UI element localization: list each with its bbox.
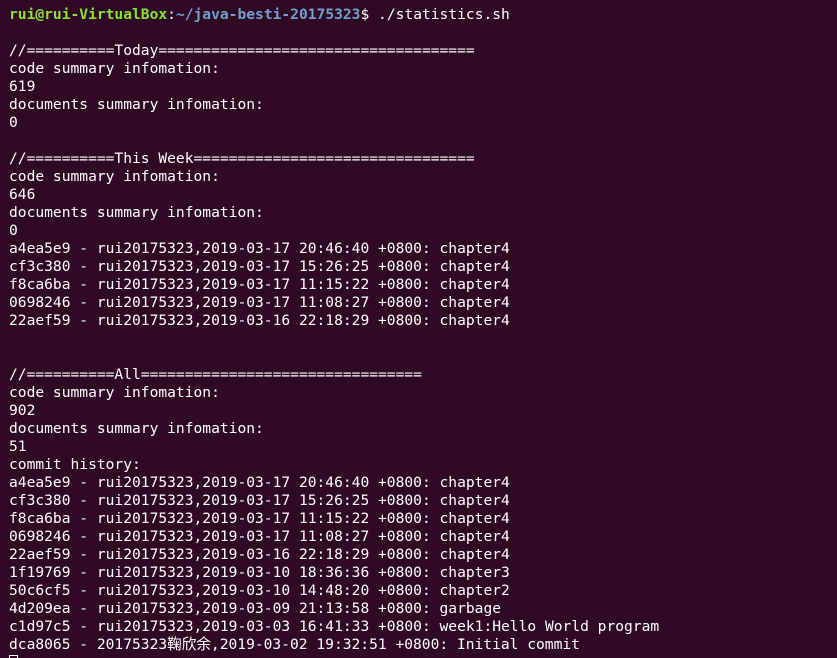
output-line: 0 [9, 114, 18, 131]
output-line: documents summary infomation: [9, 204, 264, 221]
output-line: 0698246 - rui20175323,2019-03-17 11:08:2… [9, 528, 510, 545]
output-line: //==========All=========================… [9, 366, 422, 383]
output-line: a4ea5e9 - rui20175323,2019-03-17 20:46:4… [9, 474, 510, 491]
output-line: //==========Today=======================… [9, 42, 475, 59]
output-line: code summary infomation: [9, 168, 220, 185]
output-line: 50c6cf5 - rui20175323,2019-03-10 14:48:2… [9, 582, 510, 599]
output-line: 22aef59 - rui20175323,2019-03-16 22:18:2… [9, 312, 510, 329]
output-line: commit history: [9, 456, 141, 473]
output-line: 1f19769 - rui20175323,2019-03-10 18:36:3… [9, 564, 510, 581]
output-line: //==========This Week===================… [9, 150, 475, 167]
output-line: code summary infomation: [9, 384, 220, 401]
output-line: documents summary infomation: [9, 96, 264, 113]
cursor-line [9, 654, 837, 658]
prompt-line: rui@rui-VirtualBox:~/java-besti-20175323… [9, 6, 837, 24]
output-line: f8ca6ba - rui20175323,2019-03-17 11:15:2… [9, 510, 510, 527]
output-line: 0698246 - rui20175323,2019-03-17 11:08:2… [9, 294, 510, 311]
output-line: dca8065 - 20175323鞠欣余,2019-03-02 19:32:5… [9, 636, 580, 653]
prompt-command: ./statistics.sh [378, 6, 510, 23]
output-line: a4ea5e9 - rui20175323,2019-03-17 20:46:4… [9, 240, 510, 257]
prompt-user-host: rui@rui-VirtualBox [9, 6, 168, 23]
output-line: 51 [9, 438, 27, 455]
output-line: 0 [9, 222, 18, 239]
prompt-separator: : [167, 6, 176, 23]
output-line: 902 [9, 402, 36, 419]
output-line: 619 [9, 78, 36, 95]
output-line: cf3c380 - rui20175323,2019-03-17 15:26:2… [9, 492, 510, 509]
output-line: 4d209ea - rui20175323,2019-03-09 21:13:5… [9, 600, 502, 617]
output-line: cf3c380 - rui20175323,2019-03-17 15:26:2… [9, 258, 510, 275]
output-line: 646 [9, 186, 36, 203]
output-line: c1d97c5 - rui20175323,2019-03-03 16:41:3… [9, 618, 660, 635]
terminal-window[interactable]: rui@rui-VirtualBox:~/java-besti-20175323… [0, 0, 837, 658]
prompt-symbol: $ [360, 6, 379, 23]
output-line: 22aef59 - rui20175323,2019-03-16 22:18:2… [9, 546, 510, 563]
output-line: code summary infomation: [9, 60, 220, 77]
output-line: documents summary infomation: [9, 420, 264, 437]
prompt-path: ~/java-besti-20175323 [175, 6, 361, 23]
terminal-output: //==========Today=======================… [9, 24, 837, 654]
output-line: f8ca6ba - rui20175323,2019-03-17 11:15:2… [9, 276, 510, 293]
